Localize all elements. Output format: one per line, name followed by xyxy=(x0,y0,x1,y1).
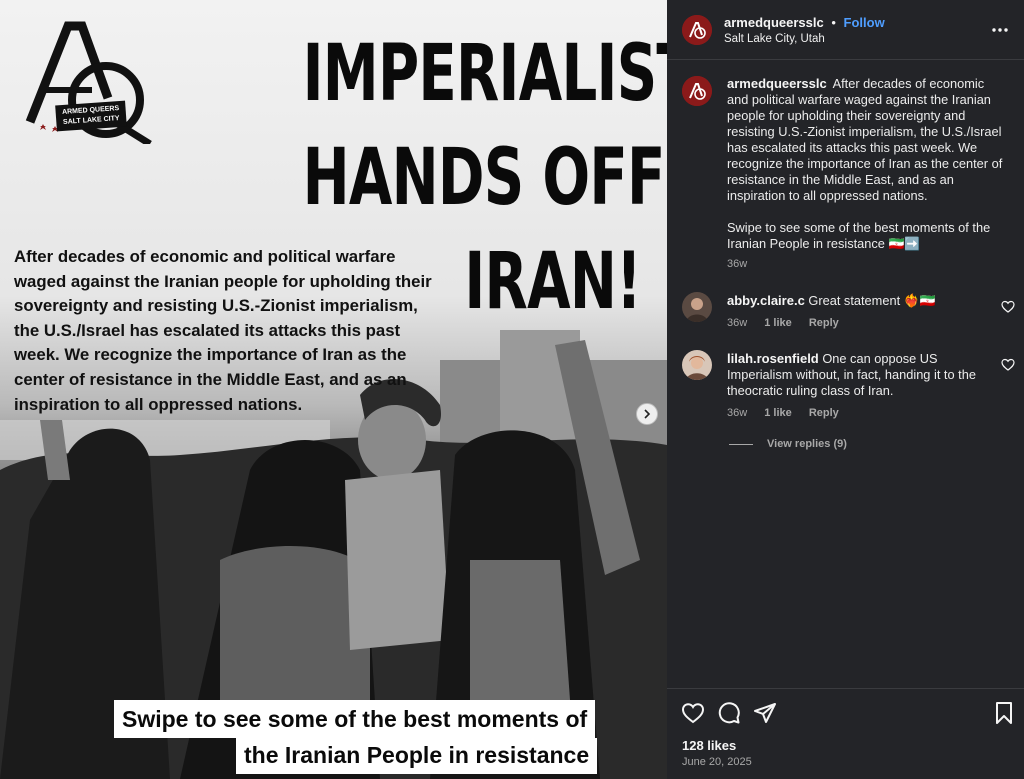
caption-username[interactable]: armedqueersslc xyxy=(727,76,827,91)
headline-line1: IMPERIALIST xyxy=(302,29,667,119)
share-icon[interactable] xyxy=(753,701,777,725)
action-bar xyxy=(667,688,1024,736)
comment-icon[interactable] xyxy=(717,701,741,725)
comment-meta: 36w 1 like Reply xyxy=(727,407,853,419)
overlay-paragraph: After decades of economic and political … xyxy=(14,247,432,414)
headline-line2: HANDS OFF xyxy=(302,133,666,223)
follow-button[interactable]: Follow xyxy=(844,15,885,30)
heart-icon[interactable] xyxy=(681,701,705,725)
comment-time[interactable]: 36w xyxy=(727,317,747,329)
reply-button[interactable]: Reply xyxy=(809,407,839,419)
caption-body-2: Swipe to see some of the best moments of… xyxy=(727,220,991,251)
post-sidebar: armedqueersslc • Follow Salt Lake City, … xyxy=(667,0,1024,779)
avatar[interactable] xyxy=(682,292,712,322)
comment-text-block: lilah.rosenfield One can oppose US Imper… xyxy=(727,351,987,399)
comment-meta: 36w 1 like Reply xyxy=(727,317,853,329)
more-options-icon[interactable] xyxy=(990,20,1010,40)
post-image[interactable]: ARMED QUEERS SALT LAKE CITY IMPERIALIST … xyxy=(0,0,667,779)
comment-likes[interactable]: 1 like xyxy=(764,317,792,329)
carousel-next-button[interactable] xyxy=(636,403,658,425)
logo-banner: ARMED QUEERS SALT LAKE CITY xyxy=(55,100,127,132)
comment-username[interactable]: lilah.rosenfield xyxy=(727,351,819,366)
image-caption-line2: the Iranian People in resistance xyxy=(236,738,598,774)
comment-username[interactable]: abby.claire.c xyxy=(727,293,805,308)
chevron-right-icon xyxy=(644,409,651,419)
caption-avatar[interactable] xyxy=(682,76,712,106)
replies-divider xyxy=(729,443,753,445)
comment-time[interactable]: 36w xyxy=(727,407,747,419)
post-date: June 20, 2025 xyxy=(682,756,752,768)
heart-icon[interactable] xyxy=(1001,358,1015,372)
bookmark-icon[interactable] xyxy=(992,701,1016,725)
avatar[interactable] xyxy=(682,350,712,380)
comment-body: Great statement ❤️‍🔥🇮🇷 xyxy=(808,293,936,308)
comment-text-block: abby.claire.c Great statement ❤️‍🔥🇮🇷 xyxy=(727,293,987,309)
comment-likes[interactable]: 1 like xyxy=(764,407,792,419)
caption-timestamp[interactable]: 36w xyxy=(727,258,747,270)
header-username[interactable]: armedqueersslc xyxy=(724,15,824,30)
header-user-line: armedqueersslc • Follow xyxy=(724,15,885,30)
separator-dot: • xyxy=(831,15,836,30)
avatar[interactable] xyxy=(682,15,712,45)
reply-button[interactable]: Reply xyxy=(809,317,839,329)
caption-text-block: armedqueersslc After decades of economic… xyxy=(727,76,1007,252)
image-caption-line1: Swipe to see some of the best moments of xyxy=(114,700,596,738)
likes-count[interactable]: 128 likes xyxy=(682,738,736,753)
view-replies-label: View replies (9) xyxy=(767,438,847,450)
heart-icon[interactable] xyxy=(1001,300,1015,314)
armed-queers-logo: ARMED QUEERS SALT LAKE CITY xyxy=(22,20,154,147)
caption-body: After decades of economic and political … xyxy=(727,76,1003,203)
view-replies-button[interactable]: View replies (9) xyxy=(729,438,847,450)
post-header: armedqueersslc • Follow Salt Lake City, … xyxy=(667,0,1024,60)
location-link[interactable]: Salt Lake City, Utah xyxy=(724,33,825,45)
